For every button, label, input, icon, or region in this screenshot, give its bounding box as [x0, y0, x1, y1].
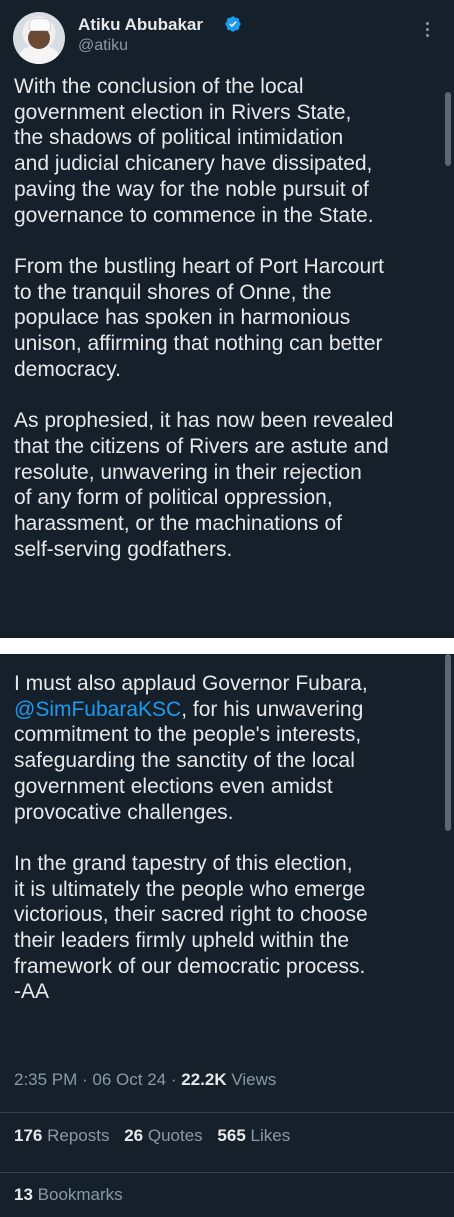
bookmarks-label: Bookmarks	[32, 1185, 123, 1204]
more-vertical-icon[interactable]	[418, 22, 436, 44]
bookmarks-stat[interactable]: 13 Bookmarks	[14, 1185, 123, 1205]
tweet-panel-top: Atiku Abubakar @atiku With the conclusio…	[0, 0, 454, 638]
bookmarks-count: 13	[14, 1185, 33, 1204]
author-handle[interactable]: @atiku	[78, 37, 128, 55]
timestamp[interactable]: 2:35 PM · 06 Oct 24 ·	[14, 1070, 181, 1089]
verified-badge-icon	[225, 16, 241, 32]
views-count: 22.2K	[181, 1070, 227, 1089]
scrollbar-thumb[interactable]	[445, 654, 451, 831]
tweet-text-part2: I must also applaud Governor Fubara, @Si…	[14, 671, 439, 1005]
likes-count: 565	[217, 1126, 246, 1145]
divider	[0, 1172, 454, 1173]
reposts-label: Reposts	[42, 1126, 110, 1145]
likes-label: Likes	[245, 1126, 291, 1145]
scrollbar-thumb[interactable]	[445, 92, 451, 166]
tweet-meta: 2:35 PM · 06 Oct 24 · 22.2K Views	[14, 1070, 276, 1090]
author-name[interactable]: Atiku Abubakar	[78, 15, 203, 35]
tweet-panel-bottom: I must also applaud Governor Fubara, @Si…	[0, 654, 454, 1217]
mention-link[interactable]: @SimFubaraKSC	[14, 698, 181, 721]
quotes-label: Quotes	[143, 1126, 203, 1145]
reposts-count: 176	[14, 1126, 43, 1145]
quotes-stat[interactable]: 26 Quotes	[124, 1126, 202, 1145]
tweet-text-intro: I must also applaud Governor Fubara,	[14, 672, 368, 695]
reposts-stat[interactable]: 176 Reposts	[14, 1126, 109, 1145]
tweet-text-part1: With the conclusion of the local governm…	[14, 75, 394, 561]
views-label: Views	[226, 1070, 277, 1089]
likes-stat[interactable]: 565 Likes	[217, 1126, 290, 1145]
quotes-count: 26	[124, 1126, 144, 1145]
tweet-text-rest: , for his unwavering commitment to the p…	[14, 697, 368, 1004]
divider	[0, 1112, 454, 1113]
author-avatar[interactable]	[13, 12, 65, 64]
engagement-stats: 176 Reposts 26 Quotes 565 Likes	[14, 1126, 300, 1146]
